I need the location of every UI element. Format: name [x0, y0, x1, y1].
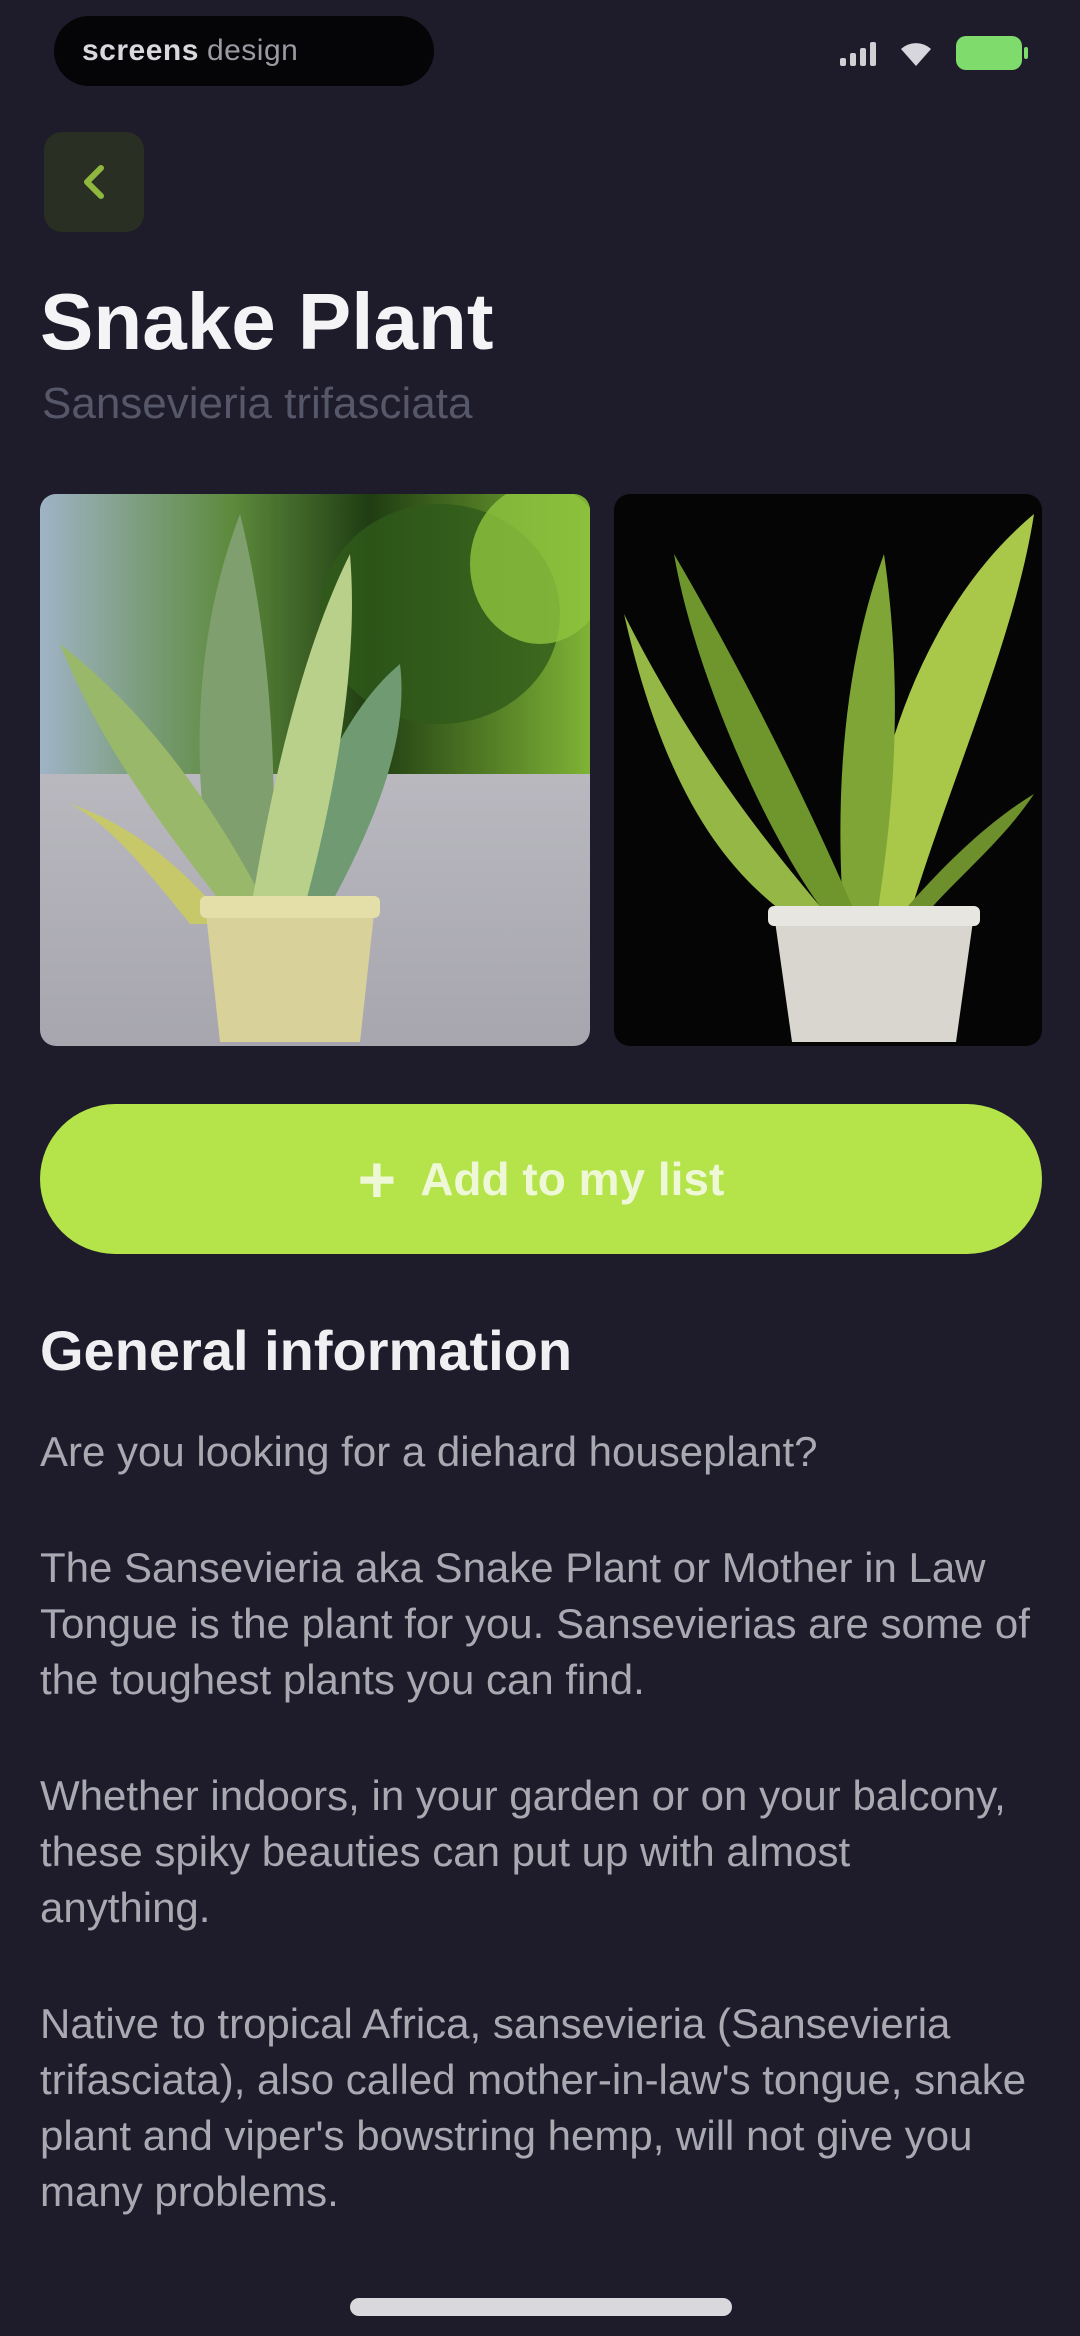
info-paragraph: Whether indoors, in your garden or on yo…: [40, 1772, 1006, 1931]
status-bar-pill: screens design: [54, 16, 434, 86]
plant-photo-1-image: [40, 494, 590, 1046]
plant-photo-1[interactable]: [40, 494, 590, 1046]
battery-icon: [956, 36, 1028, 70]
info-paragraph: Are you looking for a diehard houseplant…: [40, 1428, 818, 1475]
add-to-list-label: Add to my list: [420, 1153, 725, 1205]
plant-photo-2[interactable]: [614, 494, 1042, 1046]
plant-photo-2-image: [614, 494, 1042, 1046]
info-paragraph: The Sansevieria aka Snake Plant or Mothe…: [40, 1544, 1030, 1703]
wifi-icon: [901, 43, 931, 66]
status-icons: [840, 36, 1028, 70]
back-button[interactable]: [44, 132, 144, 232]
home-indicator[interactable]: [350, 2298, 732, 2316]
chevron-left-icon: [84, 165, 104, 199]
section-title-general-information: General information: [40, 1319, 573, 1382]
add-to-list-button[interactable]: + Add to my list: [40, 1104, 1042, 1254]
carrier-suffix: design: [206, 34, 299, 67]
plant-name: Snake Plant: [40, 277, 494, 366]
info-paragraph: Native to tropical Africa, sansevieria (…: [40, 2000, 1027, 2215]
general-information-text: Are you looking for a diehard houseplant…: [40, 1424, 1030, 2280]
plant-latin-name: Sansevieria trifasciata: [42, 379, 473, 428]
carrier-name: screens: [82, 34, 199, 67]
photo-gallery[interactable]: [40, 494, 1080, 1046]
signal-icon: [840, 40, 876, 66]
plus-icon: +: [357, 1142, 397, 1216]
